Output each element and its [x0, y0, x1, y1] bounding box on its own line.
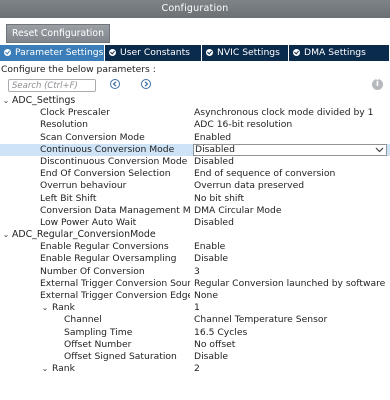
param-value-dropdown[interactable]: Disabled — [193, 143, 387, 156]
param-value[interactable]: None — [194, 290, 388, 302]
tab-label: User Constants — [120, 47, 190, 58]
param-name: Resolution — [40, 119, 89, 131]
param-row[interactable]: Overrun behaviour Overrun data preserved — [0, 180, 390, 192]
param-value[interactable]: 16.5 Cycles — [194, 327, 388, 339]
param-value[interactable]: No offset — [194, 339, 388, 351]
param-name: ADC_Regular_ConversionMode — [12, 229, 156, 241]
param-name: Low Power Auto Wait — [40, 216, 137, 228]
dropdown-selected-value: Disabled — [195, 143, 235, 155]
param-name: Discontinuous Conversion Mode — [40, 155, 188, 167]
param-value[interactable]: DMA Circular Mode — [194, 205, 388, 217]
reset-configuration-button[interactable]: Reset Configuration — [6, 24, 110, 43]
param-row[interactable]: Discontinuous Conversion Mode Disabled — [0, 156, 390, 168]
chevron-right-icon[interactable] — [141, 79, 151, 89]
param-row[interactable]: End Of Conversion Selection End of sequen… — [0, 168, 390, 180]
tab-label: DMA Settings — [304, 47, 366, 58]
param-name: Enable Regular Conversions — [40, 241, 169, 253]
configure-hint: Configure the below parameters : — [1, 64, 156, 75]
param-name: Number Of Conversion — [40, 265, 145, 277]
param-row[interactable]: Low Power Auto Wait Disabled — [0, 217, 390, 229]
param-name: External Trigger Conversion Source — [40, 277, 190, 289]
param-row[interactable]: Enable Regular Oversampling Disable — [0, 253, 390, 265]
chevron-down-icon[interactable]: ⌄ — [2, 229, 10, 241]
param-value[interactable]: 1 — [194, 302, 388, 314]
param-row[interactable]: Offset Signed Saturation Disable — [0, 351, 390, 363]
param-name: Left Bit Shift — [40, 192, 97, 204]
param-name: Clock Prescaler — [40, 107, 110, 119]
param-value[interactable]: No bit shift — [194, 193, 388, 205]
param-value[interactable]: Regular Conversion launched by software — [194, 278, 388, 290]
tab-dma-settings[interactable]: DMA Settings — [289, 45, 390, 61]
param-row[interactable]: Resolution ADC 16-bit resolution — [0, 119, 390, 131]
tab-label: Parameter Settings — [15, 47, 104, 58]
param-row[interactable]: Offset Number No offset — [0, 339, 390, 351]
param-value[interactable]: Disabled — [194, 156, 388, 168]
param-name: Enable Regular Oversampling — [40, 253, 177, 265]
param-value[interactable]: Channel Temperature Sensor — [194, 314, 388, 326]
tab-label: NVIC Settings — [217, 47, 280, 58]
param-name: Scan Conversion Mode — [40, 131, 145, 143]
param-name: End Of Conversion Selection — [40, 168, 171, 180]
chevron-down-icon[interactable]: ⌄ — [41, 363, 49, 375]
param-value[interactable]: ADC 16-bit resolution — [194, 119, 388, 131]
param-name: External Trigger Conversion Edge — [40, 290, 190, 301]
chevron-down-icon[interactable] — [375, 145, 384, 155]
param-name: Sampling Time — [64, 326, 133, 338]
tab-nvic-settings[interactable]: NVIC Settings — [202, 45, 289, 61]
tab-parameter-settings[interactable]: Parameter Settings — [0, 45, 105, 61]
check-circle-icon — [109, 48, 116, 56]
check-circle-icon — [206, 48, 213, 56]
param-row[interactable]: Sampling Time 16.5 Cycles — [0, 327, 390, 339]
param-row[interactable]: Enable Regular Conversions Enable — [0, 241, 390, 253]
param-row[interactable]: External Trigger Conversion Source Regula… — [0, 278, 390, 290]
param-name: Rank — [52, 363, 75, 375]
param-subgroup-row[interactable]: ⌄ Rank 1 — [0, 302, 390, 314]
param-row[interactable]: Conversion Data Management M... DMA Circu… — [0, 205, 390, 217]
param-name: Rank — [52, 302, 75, 314]
param-name: ADC_Settings — [12, 95, 76, 106]
check-circle-icon — [293, 48, 300, 56]
param-value[interactable]: Disabled — [194, 217, 388, 229]
param-row[interactable]: External Trigger Conversion Edge None — [0, 290, 390, 302]
param-row[interactable]: Clock Prescaler Asynchronous clock mode d… — [0, 107, 390, 119]
chevron-down-icon[interactable]: ⌄ — [41, 302, 49, 314]
param-value[interactable]: End of sequence of conversion — [194, 168, 388, 180]
tab-user-constants[interactable]: User Constants — [105, 45, 202, 61]
param-name: Channel — [64, 314, 102, 326]
parameter-tree: ⌄ ADC_Settings Clock Prescaler Asynchronous… — [0, 95, 390, 375]
param-row[interactable]: Left Bit Shift No bit shift — [0, 193, 390, 205]
param-value[interactable]: Disable — [194, 253, 388, 265]
param-value[interactable]: 2 — [194, 363, 388, 375]
param-subgroup-row[interactable]: ⌄ Rank 2 — [0, 363, 390, 375]
window-title: Configuration — [0, 0, 390, 18]
param-name: Offset Number — [64, 338, 132, 350]
param-row[interactable]: Channel Channel Temperature Sensor — [0, 314, 390, 326]
param-value[interactable]: Enable — [194, 241, 388, 253]
param-name: Conversion Data Management M... — [40, 204, 190, 216]
param-value[interactable]: Disable — [194, 351, 388, 363]
param-value[interactable]: Asynchronous clock mode divided by 1 — [194, 107, 388, 119]
param-row[interactable]: Number Of Conversion 3 — [0, 266, 390, 278]
param-row[interactable]: Continuous Conversion Mode Disabled — [0, 143, 390, 156]
param-name: Offset Signed Saturation — [64, 350, 177, 362]
info-icon[interactable]: i — [372, 79, 383, 90]
param-row[interactable]: Scan Conversion Mode Enabled — [0, 132, 390, 144]
param-group-row[interactable]: ⌄ ADC_Regular_ConversionMode — [0, 229, 390, 241]
search-input[interactable] — [8, 79, 96, 92]
param-name: Continuous Conversion Mode — [40, 143, 175, 155]
chevron-down-icon[interactable]: ⌄ — [2, 95, 10, 107]
param-value[interactable]: Overrun data preserved — [194, 180, 388, 192]
check-circle-icon — [4, 48, 11, 56]
param-value[interactable]: Enabled — [194, 132, 388, 144]
chevron-left-icon[interactable] — [110, 79, 120, 89]
param-group-row[interactable]: ⌄ ADC_Settings — [0, 95, 390, 107]
tab-bar: Parameter Settings User Constants NVIC S… — [0, 45, 390, 61]
param-name: Overrun behaviour — [40, 180, 127, 192]
param-value[interactable]: 3 — [194, 266, 388, 278]
